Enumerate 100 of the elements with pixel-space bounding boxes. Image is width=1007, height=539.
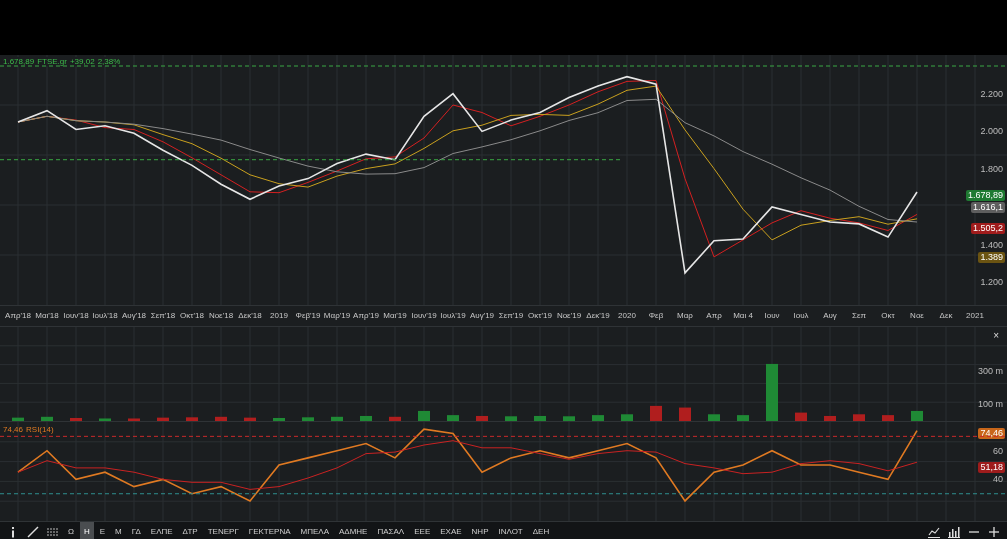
volume-bar [331, 416, 343, 421]
date-label: Οκτ [881, 311, 895, 321]
date-label: Αυγ'18 [121, 311, 147, 321]
rsi-value: 74,46 [3, 425, 24, 434]
toolbar-tab[interactable]: ΔΤΡ [178, 522, 202, 539]
volume-bar [766, 363, 778, 421]
volume-bar [650, 405, 662, 421]
volume-axis-label: 100 m [978, 398, 1003, 411]
toolbar-tab[interactable]: ΑΔΜΗΕ [335, 522, 372, 539]
volume-bar [273, 418, 285, 421]
date-label: Ιουν'18 [63, 311, 89, 321]
toolbar-tab[interactable]: ΕΧΑΕ [436, 522, 466, 539]
volume-axis-label: 300 m [978, 364, 1003, 377]
price-badge: 1.616,1 [970, 202, 1005, 213]
rsi-badge: 51,18 [978, 462, 1005, 473]
volume-bar [99, 418, 111, 421]
price-axis-label: 1.800 [980, 163, 1003, 176]
price-badge: 1.678,89 [965, 190, 1005, 201]
date-label: Αυγ [823, 311, 837, 321]
date-label: Μαρ'19 [323, 311, 351, 321]
date-label: 2020 [618, 311, 636, 321]
toolbar-tab[interactable]: ΠΑΣΑΛ [373, 522, 409, 539]
price-axis-label: 2.000 [980, 125, 1003, 138]
date-label: Νοε'18 [208, 311, 234, 321]
volume-bar [534, 415, 546, 421]
date-label: Σεπ'18 [150, 311, 176, 321]
volume-bar [418, 410, 430, 421]
price-axis-label: 1.200 [980, 276, 1003, 289]
date-label: Νοε [910, 311, 924, 321]
volume-bar [186, 417, 198, 421]
date-label: Απρ [706, 311, 722, 321]
toolbar-tab[interactable]: ΙΝΛΟΤ [494, 522, 527, 539]
volume-bar [244, 417, 256, 421]
volume-bar [389, 416, 401, 421]
volume-bar [708, 414, 720, 421]
volume-bar [360, 415, 372, 421]
volume-bar [41, 416, 53, 421]
toolbar-tab[interactable]: ΜΠΕΛΑ [296, 522, 333, 539]
toolbar-tab[interactable]: ΔΕΗ [528, 522, 554, 539]
symbol-name: FTSE.gr [37, 57, 67, 66]
date-label: Απρ'18 [5, 311, 31, 321]
volume-bar [70, 418, 82, 421]
price-axis-label: 2.200 [980, 87, 1003, 100]
close-button[interactable]: × [993, 330, 999, 342]
date-label: Οκτ'18 [180, 311, 204, 321]
date-label: Μαρ [677, 311, 693, 321]
date-label: Σεπ [852, 311, 866, 321]
toolbar-tab[interactable]: ΓΔ [127, 522, 145, 539]
date-label: Αυγ'19 [469, 311, 495, 321]
date-label: Δεκ'19 [586, 311, 610, 321]
volume-bar [157, 417, 169, 421]
date-label: Απρ'19 [353, 311, 379, 321]
date-label: Δεκ [939, 311, 953, 321]
date-label: Ιουν [764, 311, 780, 321]
price-badge: 1.389 [978, 252, 1005, 263]
volume-bar [505, 416, 517, 421]
toolbar-tab[interactable]: ΕΛΠΕ [146, 522, 177, 539]
date-label: Μαι 4 [733, 311, 753, 321]
rsi-label: RSI(14) [26, 425, 54, 434]
toolbar-tab[interactable]: ΤΕΝΕΡΓ [203, 522, 243, 539]
volume-bar [853, 414, 865, 421]
rsi-axis-label: 60 [993, 444, 1003, 457]
percent-change: 2,38% [97, 57, 121, 66]
toolbar-tab[interactable]: Η [80, 522, 94, 539]
volume-bar [12, 417, 24, 421]
date-label: Μαι'18 [35, 311, 59, 321]
volume-bar [476, 415, 488, 421]
date-label: Φεβ [648, 311, 664, 321]
volume-bar [679, 407, 691, 421]
date-label: Σεπ'19 [498, 311, 524, 321]
toolbar-tab[interactable]: Ω [64, 522, 78, 539]
volume-bar [128, 418, 140, 421]
volume-bar [563, 416, 575, 421]
toolbar-tab[interactable]: ΓΕΚΤΕΡΝΑ [244, 522, 295, 539]
price-badge: 1.505,2 [970, 223, 1005, 234]
date-label: Ιουν'19 [411, 311, 437, 321]
rsi-axis-label: 40 [993, 473, 1003, 486]
toolbar-tab[interactable]: Ε [95, 522, 110, 539]
date-label: 2021 [966, 311, 984, 321]
volume-bar [824, 415, 836, 421]
toolbar-tab[interactable]: ΕΕΕ [410, 522, 435, 539]
date-label: Μαι'19 [383, 311, 407, 321]
date-label: Φεβ'19 [295, 311, 321, 321]
price-value: 1.678,89 [3, 57, 35, 66]
date-label: Νοε'19 [556, 311, 582, 321]
volume-bar [737, 415, 749, 421]
volume-bar [215, 416, 227, 421]
date-label: Δεκ'18 [238, 311, 262, 321]
price-change: +39,02 [69, 57, 95, 66]
toolbar-tab[interactable]: Μ [111, 522, 126, 539]
toolbar-tab[interactable]: ΝΗΡ [467, 522, 493, 539]
volume-bar [911, 410, 923, 421]
date-label: 2019 [270, 311, 288, 321]
volume-bar [621, 414, 633, 421]
date-label: Οκτ'19 [528, 311, 552, 321]
volume-bar [795, 412, 807, 421]
volume-bar [592, 415, 604, 421]
date-label: Ιουλ [793, 311, 809, 321]
price-axis-label: 1.400 [980, 238, 1003, 251]
rsi-badge: 74,46 [978, 428, 1005, 439]
